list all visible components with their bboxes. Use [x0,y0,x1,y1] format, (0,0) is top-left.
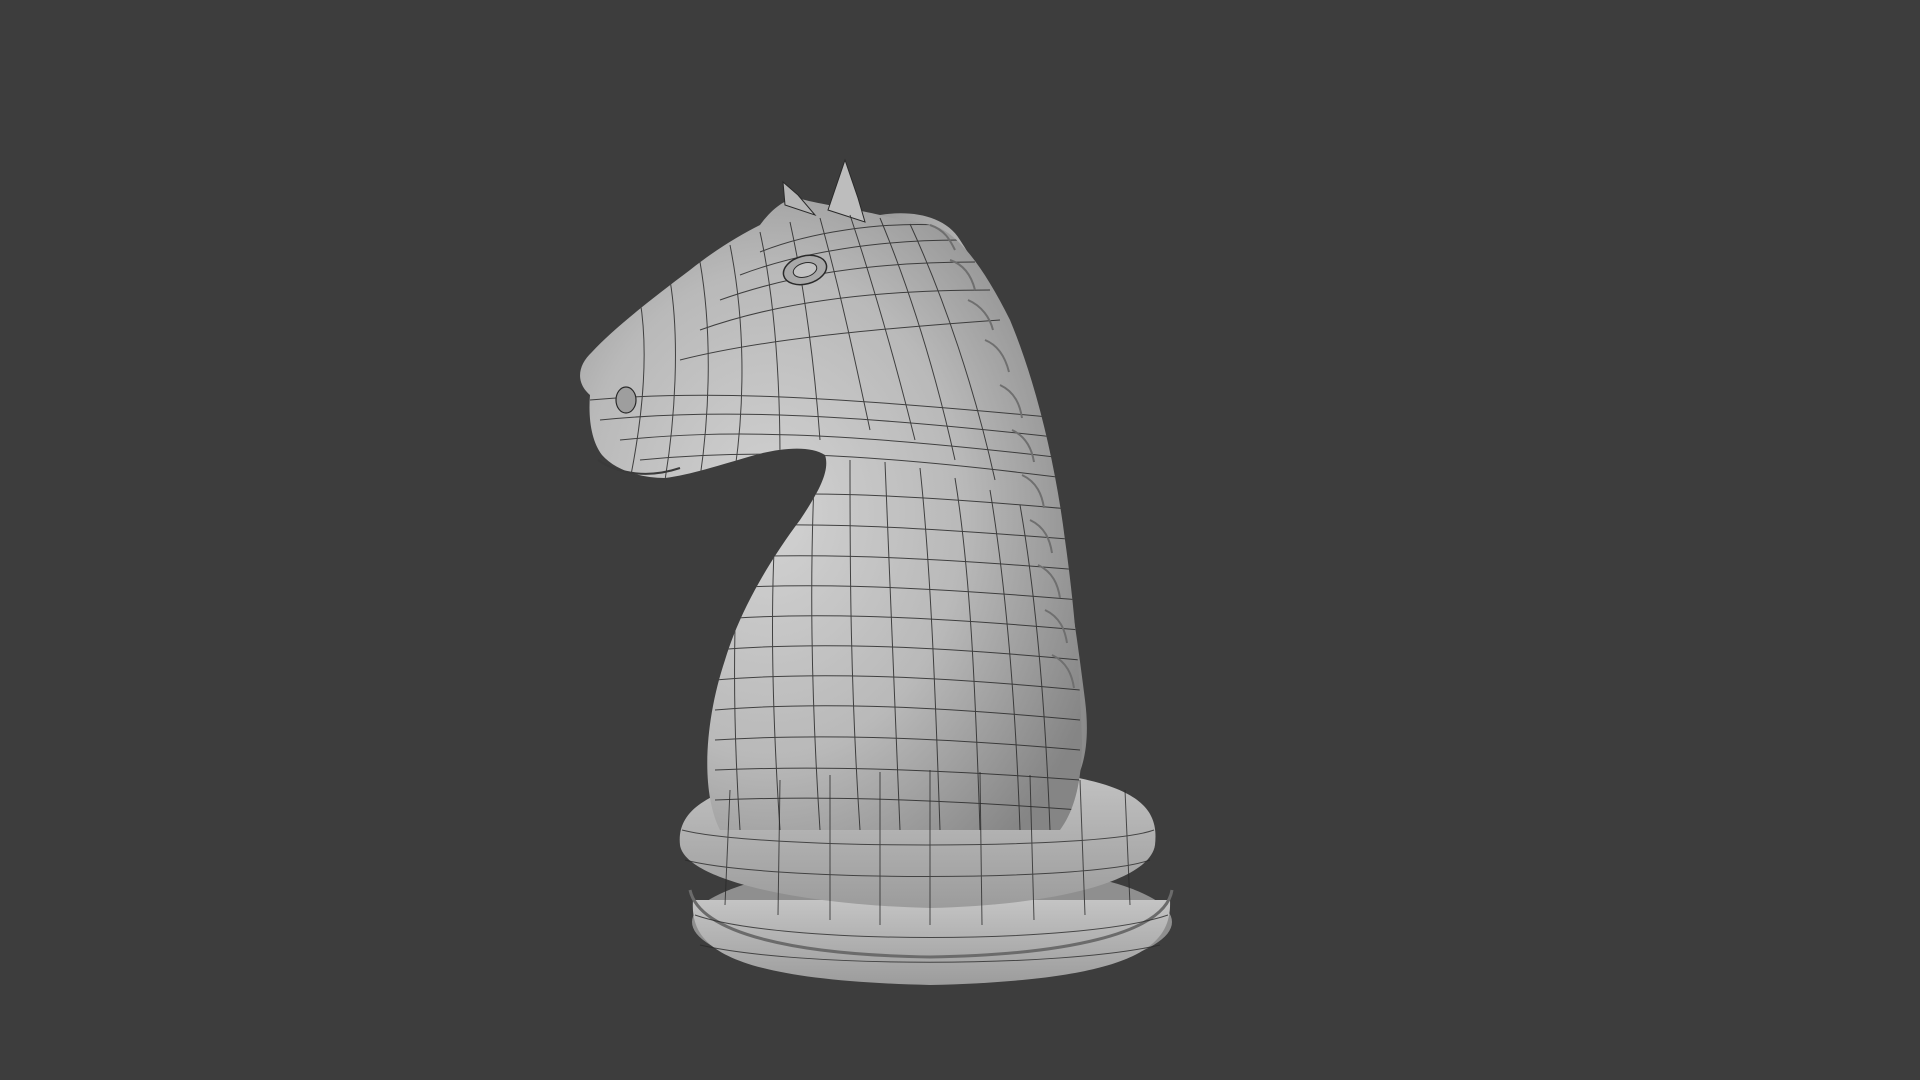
3d-viewport[interactable] [0,0,1920,1080]
knight-model [580,158,1174,985]
base-lower-ring [692,900,1171,985]
nostril [615,386,637,414]
